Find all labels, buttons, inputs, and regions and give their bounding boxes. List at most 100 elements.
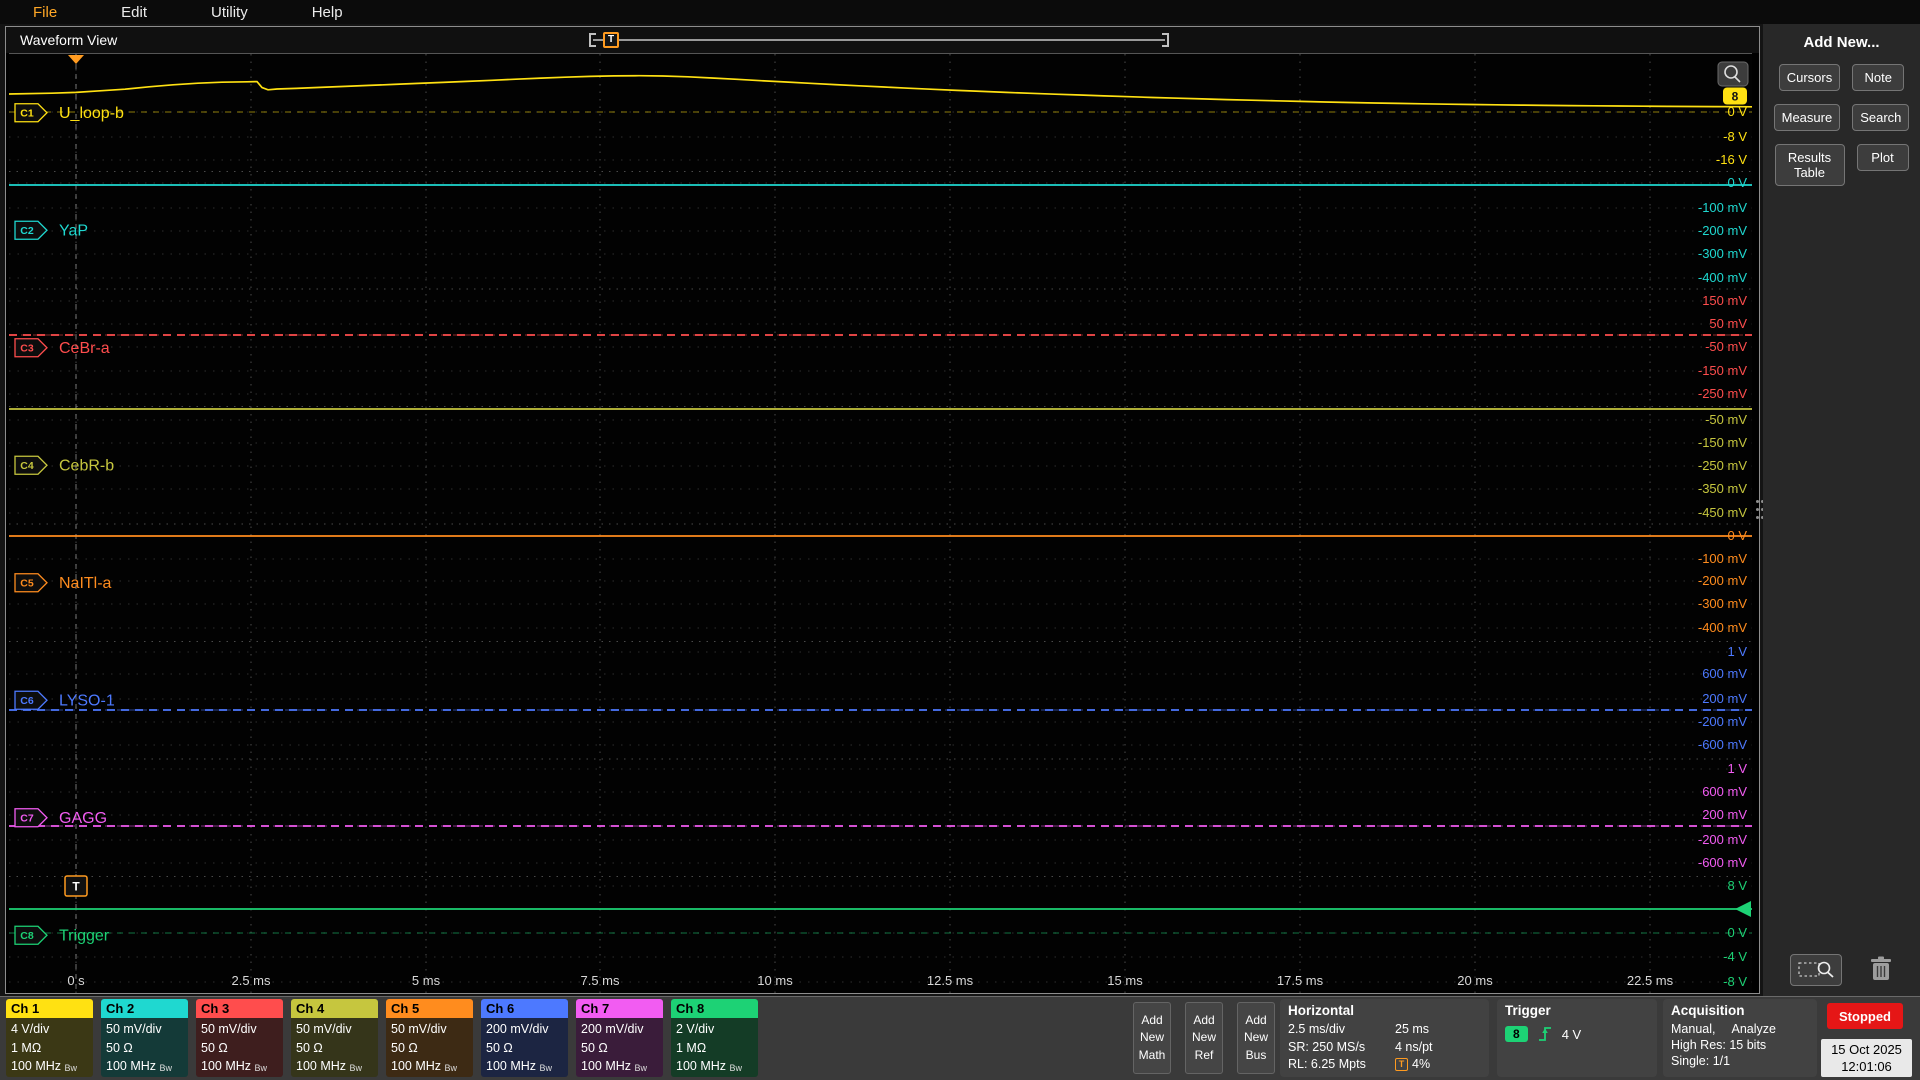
- results-table-button[interactable]: Results Table: [1774, 144, 1845, 186]
- scale-label-C4: -450 mV: [1698, 505, 1747, 520]
- channel-head-label: Ch 5: [386, 999, 473, 1018]
- trigger-panel[interactable]: Trigger 8 4 V: [1497, 999, 1657, 1077]
- trigger-source-badge: 8: [1505, 1026, 1528, 1042]
- scale-label-C3: -150 mV: [1698, 363, 1747, 378]
- scale-label-C2: -300 mV: [1698, 246, 1747, 261]
- channel-badge-label: C1: [20, 107, 34, 119]
- search-button[interactable]: Search: [1852, 104, 1910, 131]
- channel-settings-C5[interactable]: Ch 5 50 mV/div 50 Ω 100 MHz Bw: [386, 999, 473, 1077]
- channel-head-label: Ch 3: [196, 999, 283, 1018]
- bandwidth-limit-tag: Bw: [444, 1063, 458, 1073]
- channel-settings-C1[interactable]: Ch 1 4 V/div 1 MΩ 100 MHz Bw: [6, 999, 93, 1077]
- time-value: 12:01:06: [1841, 1059, 1892, 1074]
- scale-label-C3: 50 mV: [1709, 316, 1747, 331]
- scale-label-C8: 0 V: [1727, 925, 1747, 940]
- x-axis-tick: 0 s: [67, 973, 85, 988]
- scale-label-C8: 8 V: [1727, 878, 1747, 893]
- horizontal-scale: 2.5 ms/div: [1288, 1022, 1345, 1036]
- rising-edge-icon: [1538, 1027, 1551, 1041]
- x-axis-tick: 10 ms: [757, 973, 793, 988]
- channel-badge-label: C4: [20, 460, 34, 472]
- trigger-level-value: 4 V: [1561, 1026, 1582, 1042]
- sidebar: Add New... Cursors Note Measure Search R…: [1763, 24, 1920, 996]
- add-math-button[interactable]: Add New Math: [1133, 1002, 1171, 1074]
- channel-head-label: Ch 7: [576, 999, 663, 1018]
- channel-head-label: Ch 2: [101, 999, 188, 1018]
- run-stop-status[interactable]: Stopped: [1827, 1003, 1903, 1029]
- channel-settings-C3[interactable]: Ch 3 50 mV/div 50 Ω 100 MHz Bw: [196, 999, 283, 1077]
- channel-settings-text: 4 V/div 1 MΩ 100 MHz Bw: [11, 1022, 78, 1073]
- x-axis-tick: 2.5 ms: [231, 973, 271, 988]
- channel-settings-C7[interactable]: Ch 7 200 mV/div 50 Ω 100 MHz Bw: [576, 999, 663, 1077]
- waveform-view-tab[interactable]: Waveform View: [10, 30, 127, 50]
- menu-file[interactable]: File: [33, 4, 57, 21]
- scale-label-C2: -400 mV: [1698, 270, 1747, 285]
- scale-label-C7: -200 mV: [1698, 832, 1747, 847]
- trash-button[interactable]: [1869, 955, 1893, 986]
- channel-settings-text: 2 V/div 1 MΩ 100 MHz Bw: [676, 1022, 743, 1073]
- scale-label-C2: 0 V: [1727, 175, 1747, 190]
- overview-right-bracket: [1162, 33, 1169, 47]
- menu-help[interactable]: Help: [312, 4, 343, 21]
- scale-label-C3: 150 mV: [1702, 293, 1747, 308]
- horizontal-window: 25 ms: [1395, 1022, 1430, 1036]
- add-new-title: Add New...: [1803, 34, 1880, 51]
- record-length: RL: 6.25 Mpts: [1288, 1057, 1366, 1071]
- channel-name-C4[interactable]: CebR-b: [59, 457, 114, 474]
- scale-label-C5: -100 mV: [1698, 551, 1747, 566]
- scale-label-C3: -250 mV: [1698, 386, 1747, 401]
- channel-name-C6[interactable]: LYSO-1: [59, 692, 115, 709]
- sidebar-bottom-toolbar: [1763, 954, 1920, 986]
- channel-settings-C4[interactable]: Ch 4 50 mV/div 50 Ω 100 MHz Bw: [291, 999, 378, 1077]
- scale-label-C8: -8 V: [1723, 974, 1747, 989]
- scale-label-C7: 600 mV: [1702, 784, 1747, 799]
- acquisition-panel[interactable]: Acquisition Manual, Analyze High Res: 15…: [1663, 999, 1817, 1077]
- trigger-level-arrow[interactable]: [1735, 901, 1751, 917]
- add-new-group: Add New Math Add New Ref Add New Bus: [1133, 1002, 1275, 1074]
- channel-name-C5[interactable]: NaITl-a: [59, 575, 112, 592]
- waveform-plot[interactable]: 80 V-8 V-16 VC1 U_loop-b0 V-100 mV-200 mV…: [9, 54, 1752, 994]
- overview-track: [593, 39, 1165, 41]
- channel-head-label: Ch 4: [291, 999, 378, 1018]
- menu-utility[interactable]: Utility: [211, 4, 248, 21]
- scale-label-C5: -400 mV: [1698, 620, 1747, 635]
- add-bus-button[interactable]: Add New Bus: [1237, 1002, 1275, 1074]
- overview-trigger-flag[interactable]: T: [603, 32, 619, 48]
- trigger-position-percent: 4%: [1412, 1057, 1431, 1071]
- trigger-position-icon: T: [1395, 1057, 1408, 1071]
- zoom-overview-button[interactable]: [1790, 954, 1842, 986]
- horizontal-panel[interactable]: Horizontal 2.5 ms/div 25 ms SR: 250 MS/s…: [1280, 999, 1489, 1077]
- channel-badge-label: C3: [20, 342, 34, 354]
- oscilloscope-app: File Edit Utility Help Waveform View T 8…: [0, 0, 1920, 1080]
- channel-settings-text: 200 mV/div 50 Ω 100 MHz Bw: [581, 1022, 648, 1073]
- horizontal-position-bar[interactable]: T: [589, 32, 1169, 48]
- channel-name-C3[interactable]: CeBr-a: [59, 340, 110, 357]
- channel-settings-C6[interactable]: Ch 6 200 mV/div 50 Ω 100 MHz Bw: [481, 999, 568, 1077]
- x-axis-tick: 12.5 ms: [927, 973, 974, 988]
- zoom-overview-icon: [1798, 961, 1834, 978]
- datetime[interactable]: 15 Oct 2025 12:01:06: [1821, 1039, 1912, 1077]
- note-button[interactable]: Note: [1852, 64, 1905, 91]
- scale-label-C1: -16 V: [1716, 152, 1747, 167]
- x-axis-tick: 22.5 ms: [1627, 973, 1674, 988]
- graticule[interactable]: 80 V -8 V -16 V C1 U_loop-b 0 V -100 mV -200 mV…: [9, 53, 1752, 994]
- plot-button[interactable]: Plot: [1856, 144, 1909, 171]
- channel-name-C1[interactable]: U_loop-b: [59, 105, 124, 122]
- channel-badge-label: C2: [20, 225, 34, 237]
- channel-name-C8[interactable]: Trigger: [59, 927, 110, 944]
- trace-C1[interactable]: [9, 74, 1752, 108]
- channel-badge-label: C8: [20, 930, 34, 942]
- scale-label-C5: -200 mV: [1698, 573, 1747, 588]
- scale-label-C6: -600 mV: [1698, 737, 1747, 752]
- measure-button[interactable]: Measure: [1773, 104, 1841, 131]
- channel-name-C2[interactable]: YaP: [59, 222, 88, 239]
- trigger-position-marker[interactable]: [68, 55, 84, 64]
- scale-label-C4: -150 mV: [1698, 435, 1747, 450]
- add-ref-button[interactable]: Add New Ref: [1185, 1002, 1223, 1074]
- cursors-button[interactable]: Cursors: [1778, 64, 1841, 91]
- acquisition-mode: Manual,: [1671, 1022, 1716, 1036]
- channel-settings-C2[interactable]: Ch 2 50 mV/div 50 Ω 100 MHz Bw: [101, 999, 188, 1077]
- channel-name-C7[interactable]: GAGG: [59, 810, 107, 827]
- channel-settings-C8[interactable]: Ch 8 2 V/div 1 MΩ 100 MHz Bw: [671, 999, 758, 1077]
- menu-edit[interactable]: Edit: [121, 4, 147, 21]
